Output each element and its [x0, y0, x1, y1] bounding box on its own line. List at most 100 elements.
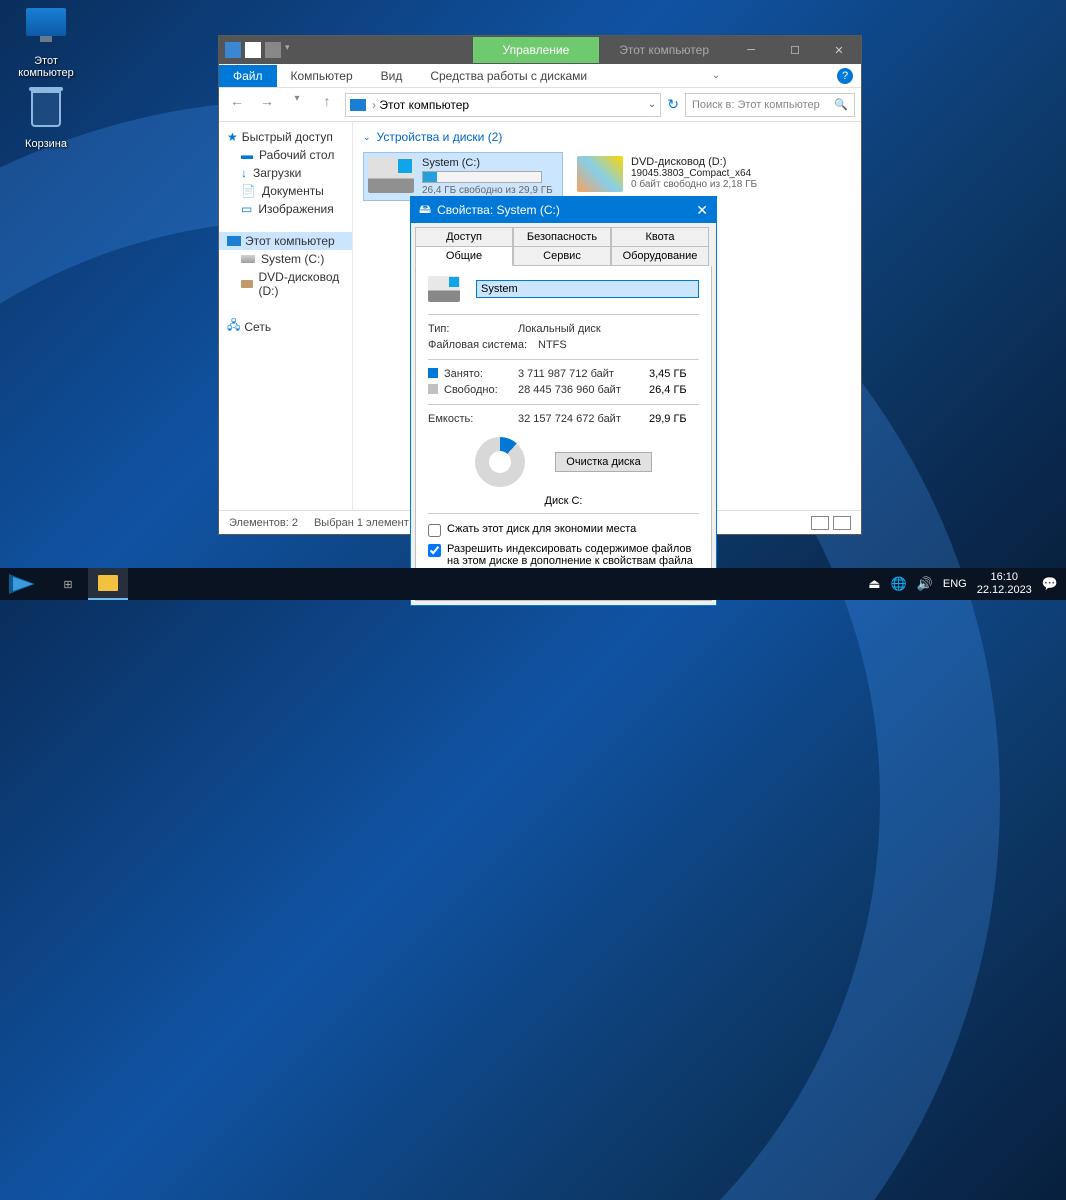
menu-file[interactable]: Файл — [219, 65, 277, 87]
qat-dropdown-icon[interactable]: ▾ — [285, 42, 290, 58]
compress-checkbox[interactable] — [428, 524, 441, 537]
clock-time: 16:10 — [977, 571, 1032, 584]
notifications-icon[interactable]: 💬 — [1042, 576, 1058, 592]
qat-icon[interactable] — [225, 42, 241, 58]
tab-general[interactable]: Общие — [415, 246, 513, 266]
tab-access[interactable]: Доступ — [415, 227, 513, 246]
tab-hardware[interactable]: Оборудование — [611, 246, 709, 266]
search-icon: 🔍 — [834, 98, 848, 111]
index-checkbox[interactable] — [428, 544, 441, 557]
tab-service[interactable]: Сервис — [513, 246, 611, 266]
desktop-this-pc[interactable]: Этот компьютер — [8, 8, 84, 79]
start-button[interactable] — [0, 568, 48, 600]
qat-icon[interactable] — [245, 42, 261, 58]
drive-sub: 19045.3803_Compact_x64 — [631, 168, 757, 179]
capacity-bytes: 32 157 724 672 байт — [518, 413, 649, 425]
network-icon: 🖧 — [227, 316, 240, 337]
maximize-button[interactable]: ☐ — [773, 36, 817, 64]
document-icon: 📄 — [241, 184, 256, 198]
titlebar[interactable]: ▾ Управление Этот компьютер ─ ☐ ✕ — [219, 36, 861, 64]
dvd-icon — [577, 156, 623, 192]
monitor-icon — [26, 8, 66, 36]
nav-back-button[interactable]: ← — [225, 93, 249, 117]
drive-name-input[interactable] — [476, 280, 699, 298]
desktop-label: Этот компьютер — [8, 55, 84, 79]
nav-forward-button[interactable]: → — [255, 93, 279, 117]
drive-name: DVD-дисковод (D:) — [631, 156, 757, 168]
drive-icon — [241, 255, 255, 263]
address-bar[interactable]: › Этот компьютер ⌄ — [345, 93, 661, 117]
nav-desktop[interactable]: ▬Рабочий стол — [219, 146, 352, 164]
ribbon-tab-manage[interactable]: Управление — [473, 37, 600, 63]
desktop-recycle-bin[interactable]: Корзина — [8, 91, 84, 150]
used-label: Занято: — [444, 368, 518, 380]
minimize-button[interactable]: ─ — [729, 36, 773, 64]
dialog-close-button[interactable]: ✕ — [696, 202, 708, 219]
drive-d-item[interactable]: DVD-дисковод (D:) 19045.3803_Compact_x64… — [573, 152, 773, 201]
clock[interactable]: 16:10 22.12.2023 — [977, 571, 1032, 597]
nav-quick-access[interactable]: ★Быстрый доступ — [219, 128, 352, 146]
chevron-down-icon[interactable]: ⌄ — [648, 99, 656, 110]
language-indicator[interactable]: ENG — [943, 578, 967, 590]
drive-name: System (C:) — [422, 157, 553, 169]
tab-quota[interactable]: Квота — [611, 227, 709, 246]
qat-icon[interactable] — [265, 42, 281, 58]
dialog-title: Свойства: System (C:) — [437, 203, 560, 217]
menu-view[interactable]: Вид — [367, 65, 417, 87]
drive-icon: 🖴 — [419, 200, 431, 221]
breadcrumb-text: Этот компьютер — [379, 98, 469, 112]
search-input[interactable]: Поиск в: Этот компьютер 🔍 — [685, 93, 855, 117]
nav-pictures[interactable]: ▭Изображения — [219, 200, 352, 218]
menu-computer[interactable]: Компьютер — [277, 65, 367, 87]
dialog-titlebar[interactable]: 🖴 Свойства: System (C:) ✕ — [411, 197, 716, 223]
tray-usb-icon[interactable]: ⏏ — [868, 576, 880, 592]
refresh-button[interactable]: ↻ — [667, 96, 679, 113]
nav-drive-c[interactable]: System (C:) — [219, 250, 352, 268]
help-icon[interactable]: ? — [837, 68, 853, 84]
free-color-icon — [428, 384, 438, 394]
free-gb: 26,4 ГБ — [649, 384, 699, 396]
bin-icon — [31, 91, 61, 127]
free-bytes: 28 445 736 960 байт — [518, 384, 649, 396]
tab-security[interactable]: Безопасность — [513, 227, 611, 246]
nav-documents[interactable]: 📄Документы — [219, 182, 352, 200]
search-placeholder: Поиск в: Этот компьютер — [692, 99, 820, 111]
folder-icon — [98, 575, 118, 591]
nav-this-pc[interactable]: Этот компьютер — [219, 232, 352, 250]
drive-c-item[interactable]: System (C:) 26,4 ГБ свободно из 29,9 ГБ — [363, 152, 563, 201]
title-text: Этот компьютер — [599, 37, 729, 63]
nav-pane: ★Быстрый доступ ▬Рабочий стол ↓Загрузки … — [219, 122, 353, 510]
tray-network-icon[interactable]: 🌐 — [891, 576, 907, 592]
nav-drive-d[interactable]: DVD-дисковод (D:) — [219, 268, 352, 300]
start-logo-icon — [9, 574, 39, 594]
tray-volume-icon[interactable]: 🔊 — [917, 576, 933, 592]
type-value: Локальный диск — [518, 323, 699, 335]
drive-free-text: 26,4 ГБ свободно из 29,9 ГБ — [422, 185, 553, 196]
desktop-label: Корзина — [8, 138, 84, 150]
type-label: Тип: — [428, 323, 518, 335]
collapse-ribbon-icon[interactable]: ⌄ — [712, 70, 720, 81]
clock-date: 22.12.2023 — [977, 584, 1032, 597]
view-details-icon[interactable] — [811, 516, 829, 530]
close-button[interactable]: ✕ — [817, 36, 861, 64]
menu-bar: Файл Компьютер Вид Средства работы с дис… — [219, 64, 861, 88]
pc-icon — [227, 236, 241, 246]
view-large-icon[interactable] — [833, 516, 851, 530]
nav-up-button[interactable]: ↑ — [315, 93, 339, 117]
drive-icon — [428, 276, 460, 302]
nav-history-button[interactable]: ▾ — [285, 93, 309, 117]
taskbar-explorer[interactable] — [88, 568, 128, 600]
compress-label: Сжать этот диск для экономии места — [447, 523, 636, 535]
task-view-button[interactable]: ⊞ — [48, 568, 88, 600]
section-header[interactable]: ⌄Устройства и диски (2) — [363, 128, 851, 146]
status-count: Элементов: 2 — [229, 517, 298, 529]
capacity-label: Емкость: — [428, 413, 518, 425]
nav-network[interactable]: 🖧Сеть — [219, 314, 352, 339]
star-icon: ★ — [227, 130, 238, 144]
drive-free-text: 0 байт свободно из 2,18 ГБ — [631, 179, 757, 190]
menu-disk-tools[interactable]: Средства работы с дисками — [416, 65, 601, 87]
nav-downloads[interactable]: ↓Загрузки — [219, 164, 352, 182]
used-gb: 3,45 ГБ — [649, 368, 699, 380]
disk-cleanup-button[interactable]: Очистка диска — [555, 452, 651, 472]
fs-value: NTFS — [538, 339, 699, 351]
